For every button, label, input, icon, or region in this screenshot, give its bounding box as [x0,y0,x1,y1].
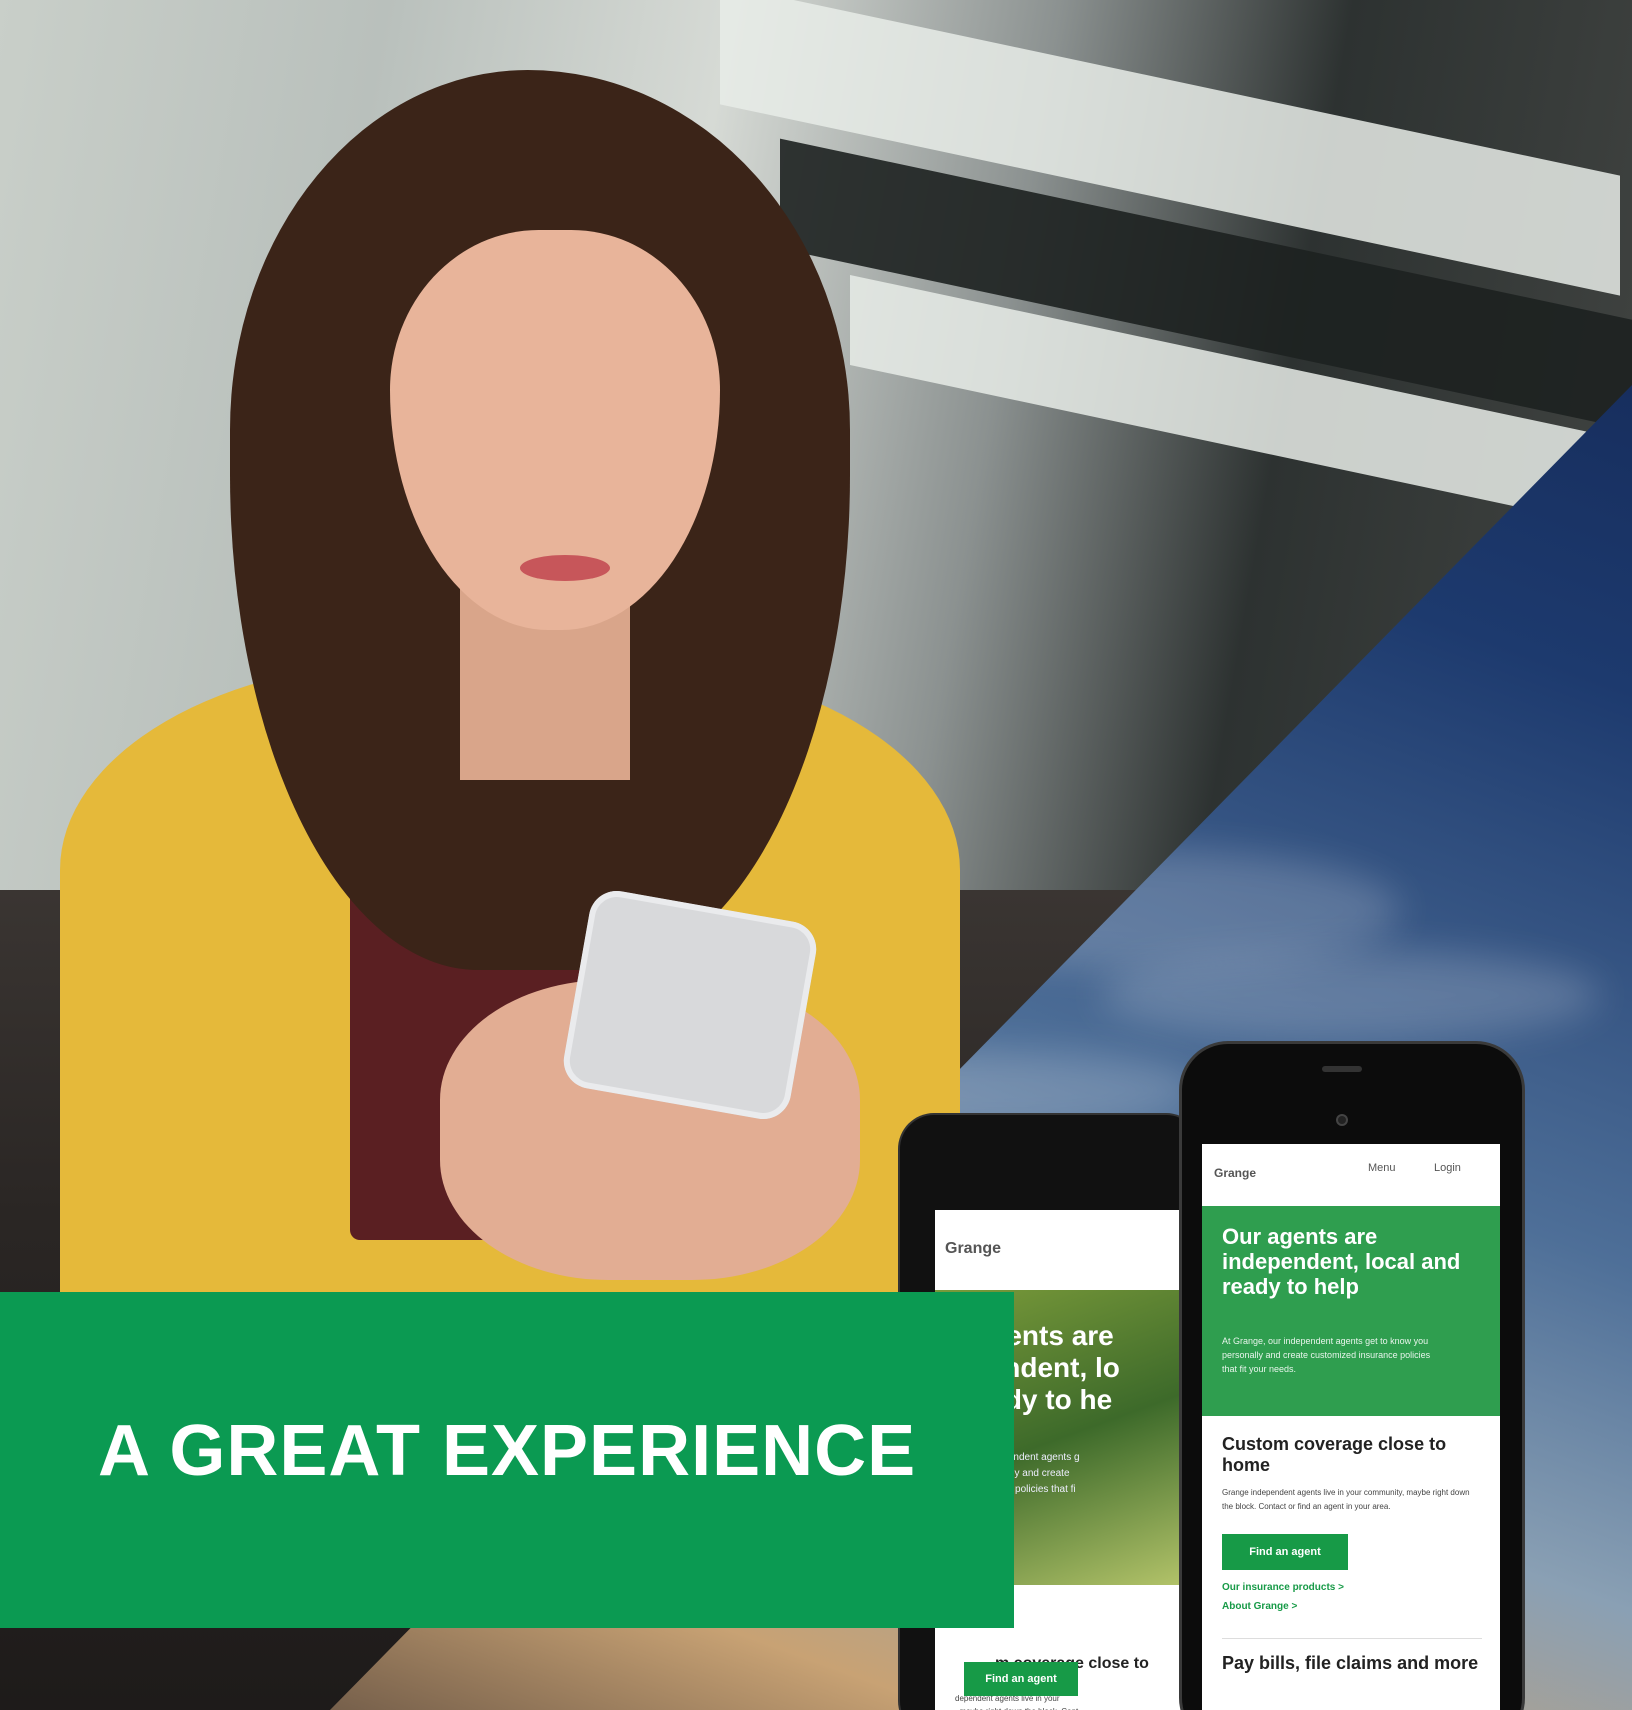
login-link[interactable]: Login [1434,1162,1461,1174]
phone-speaker [1322,1066,1362,1072]
phone-section-coverage: Custom coverage close to home Grange ind… [1222,1434,1482,1674]
phone-section-text: Grange independent agents live in your c… [1222,1488,1470,1511]
held-smartphone [559,886,821,1124]
phone-camera [1338,1116,1346,1124]
woman-lips [520,555,610,581]
headline-banner: A GREAT EXPERIENCE [0,1292,1014,1628]
tablet-find-agent-button[interactable]: Find an agent [964,1662,1078,1696]
phone-hero-title: Our agents are independent, local and re… [1222,1224,1461,1299]
phone-header: Grange Menu Login [1202,1144,1500,1207]
headline: A GREAT EXPERIENCE [98,1411,917,1491]
photo-scene: Grange r agents are ependent, lo ready t… [0,0,1632,1710]
insurance-products-link[interactable]: Our insurance products > [1222,1582,1482,1593]
phone-screen: Grange Menu Login Our agents are indepen… [1202,1144,1500,1710]
tablet-button-label: Find an agent [985,1673,1057,1685]
phone-section-2-title: Pay bills, file claims and more [1222,1653,1479,1673]
phone-hero: Our agents are independent, local and re… [1202,1206,1500,1416]
menu-link[interactable]: Menu [1368,1162,1396,1174]
grange-logo[interactable]: Grange [1214,1166,1256,1180]
phone-section-2: Pay bills, file claims and more [1222,1638,1482,1674]
phone-hero-text: At Grange, our independent agents get to… [1222,1336,1431,1374]
grange-logo: Grange [945,1240,1002,1257]
about-grange-link[interactable]: About Grange > [1222,1601,1482,1612]
find-agent-button[interactable]: Find an agent [1222,1534,1348,1570]
smartphone-device: Grange Menu Login Our agents are indepen… [1182,1044,1522,1710]
phone-section-title: Custom coverage close to home [1222,1434,1447,1475]
